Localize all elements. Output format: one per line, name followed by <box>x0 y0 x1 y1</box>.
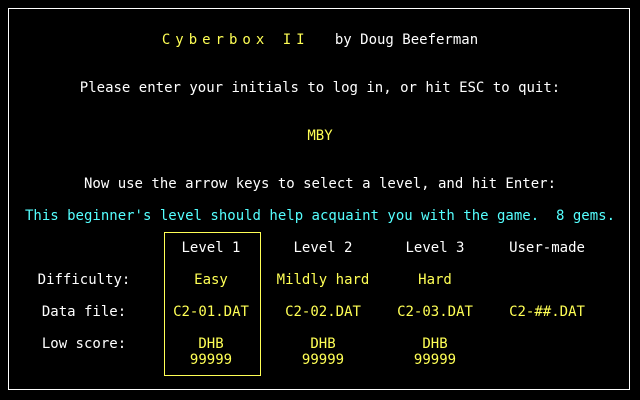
title-line: Cyberbox II by Doug Beeferman <box>0 32 640 48</box>
level-3-header[interactable]: Level 3 <box>379 240 491 256</box>
level-1-data-file: C2-01.DAT <box>173 304 249 320</box>
level-2-low-score: 99999 <box>301 352 345 368</box>
data-file-label: Data file: <box>41 304 127 320</box>
level-1-low-score: 99999 <box>189 352 233 368</box>
user-made-data-file: C2-##.DAT <box>509 304 585 320</box>
initials-input[interactable]: MBY <box>0 128 640 144</box>
login-prompt: Please enter your initials to log in, or… <box>79 80 561 96</box>
level-2-data-file: C2-02.DAT <box>285 304 361 320</box>
level-3-low-score: 99999 <box>413 352 457 368</box>
author-credit: by Doug Beeferman <box>334 32 479 48</box>
level-3-difficulty: Hard <box>418 272 452 288</box>
user-made-header[interactable]: User-made <box>491 240 603 256</box>
level-2-low-score-initials: DHB <box>310 336 336 352</box>
level-2-difficulty: Mildly hard <box>276 272 370 288</box>
game-title: Cyberbox II <box>161 32 310 48</box>
difficulty-label: Difficulty: <box>37 272 131 288</box>
level-3-low-score-initials: DHB <box>422 336 448 352</box>
level-description: This beginner's level should help acquai… <box>24 208 615 224</box>
level-3-data-file: C2-03.DAT <box>397 304 473 320</box>
screen-border <box>8 8 630 390</box>
level-2-header[interactable]: Level 2 <box>267 240 379 256</box>
level-1-low-score-initials: DHB <box>198 336 224 352</box>
level-1-header[interactable]: Level 1 <box>155 240 267 256</box>
level-select-instruction: Now use the arrow keys to select a level… <box>83 176 556 192</box>
low-score-label: Low score: <box>41 336 127 352</box>
level-1-difficulty: Easy <box>194 272 228 288</box>
